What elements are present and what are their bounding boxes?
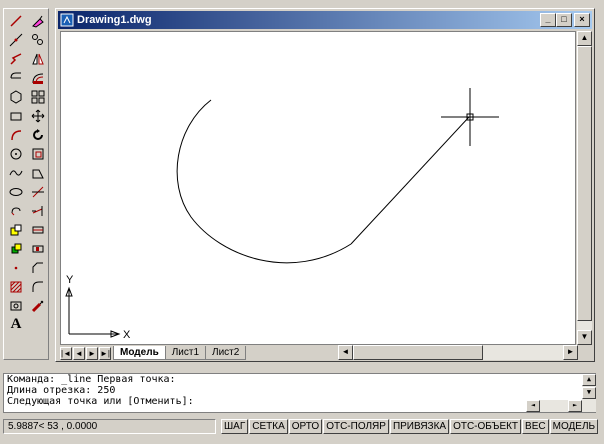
drawing-canvas[interactable]: Y X	[60, 31, 576, 345]
arc-icon[interactable]	[6, 106, 26, 125]
table-icon[interactable]	[6, 296, 26, 315]
draw-modify-toolbar: A	[3, 8, 49, 360]
extend-icon[interactable]	[28, 201, 48, 220]
command-horizontal-scrollbar[interactable]: ◄ ►	[526, 400, 582, 412]
region-icon[interactable]	[6, 277, 26, 296]
polar-tracking-toggle[interactable]: ОТС-ПОЛЯР	[323, 419, 389, 434]
lineweight-toggle[interactable]: ВЕС	[522, 419, 549, 434]
prev-tab-button[interactable]: ◄	[73, 346, 85, 360]
command-scroll-left-button[interactable]: ◄	[526, 400, 540, 412]
minimize-button[interactable]: _	[540, 13, 556, 27]
ucs-x-label: X	[123, 329, 131, 341]
drawing-window: Drawing1.dwg _ □ × Y X ▲ ▼ |◄ ◄ ► ►| Мод…	[55, 8, 595, 362]
offset-icon[interactable]	[28, 68, 48, 87]
vertical-scrollbar[interactable]: ▲ ▼	[577, 31, 592, 345]
status-bar: 5.9887< 53 , 0.0000 ШАГ СЕТКА ОРТО ОТС-П…	[0, 417, 604, 436]
spline-icon[interactable]	[6, 144, 26, 163]
construction-line-icon[interactable]	[6, 30, 26, 49]
command-prompt[interactable]: Следующая точка или [Отменить]:	[7, 396, 595, 407]
command-scroll-right-button[interactable]: ►	[568, 400, 582, 412]
scroll-right-button[interactable]: ►	[563, 345, 578, 360]
command-vertical-scrollbar[interactable]: ▲ ▼	[582, 374, 596, 412]
drawn-arc	[176, 99, 352, 264]
object-snap-toggle[interactable]: ПРИВЯЗКА	[389, 419, 450, 434]
maximize-button[interactable]: □	[556, 13, 572, 27]
rotate-icon[interactable]	[28, 125, 48, 144]
scroll-up-button[interactable]: ▲	[577, 31, 592, 46]
ellipse-icon[interactable]	[6, 163, 26, 182]
hatch-icon[interactable]	[6, 258, 26, 277]
ellipse-arc-icon[interactable]	[6, 182, 26, 201]
model-space-toggle[interactable]: МОДЕЛЬ	[549, 419, 599, 434]
horizontal-scrollbar[interactable]: ◄ ►	[338, 345, 578, 360]
window-title: Drawing1.dwg	[77, 14, 152, 26]
erase-icon[interactable]	[28, 11, 48, 30]
horizontal-scroll-thumb[interactable]	[353, 345, 483, 360]
point-icon[interactable]	[6, 239, 26, 258]
break-at-point-icon[interactable]	[28, 220, 48, 239]
first-tab-button[interactable]: |◄	[60, 346, 72, 360]
ucs-y-label: Y	[66, 274, 74, 286]
ucs-icon: Y X	[65, 274, 131, 341]
break-icon[interactable]	[28, 239, 48, 258]
line-icon[interactable]	[6, 11, 26, 30]
insert-block-icon[interactable]	[6, 201, 26, 220]
fillet-icon[interactable]	[28, 277, 48, 296]
chamfer-icon[interactable]	[28, 258, 48, 277]
make-block-icon[interactable]	[6, 220, 26, 239]
trim-icon[interactable]	[28, 182, 48, 201]
polygon-icon[interactable]	[6, 68, 26, 87]
modify-toolbar	[28, 11, 48, 315]
tab-sheet1[interactable]: Лист1	[164, 346, 207, 360]
draw-toolbar: A	[6, 11, 26, 334]
mirror-icon[interactable]	[28, 49, 48, 68]
grid-toggle[interactable]: СЕТКА	[249, 419, 288, 434]
scale-icon[interactable]	[28, 144, 48, 163]
circle-icon[interactable]	[6, 125, 26, 144]
array-icon[interactable]	[28, 87, 48, 106]
multiline-text-icon[interactable]: A	[6, 315, 26, 334]
vertical-scroll-thumb[interactable]	[577, 46, 592, 321]
rectangle-icon[interactable]	[6, 87, 26, 106]
polyline-icon[interactable]	[6, 49, 26, 68]
explode-icon[interactable]	[28, 296, 48, 315]
window-titlebar[interactable]: Drawing1.dwg _ □ ×	[58, 11, 592, 29]
command-history-line: Команда: _line Первая точка:	[7, 374, 176, 385]
next-tab-button[interactable]: ►	[86, 346, 98, 360]
coordinate-readout[interactable]: 5.9887< 53 , 0.0000	[3, 419, 216, 434]
scroll-down-button[interactable]: ▼	[577, 330, 592, 345]
layout-tabs-bar: |◄ ◄ ► ►| Модель Лист1 Лист2 ◄ ►	[60, 345, 592, 361]
snap-toggle[interactable]: ШАГ	[221, 419, 249, 434]
ortho-toggle[interactable]: ОРТО	[288, 419, 323, 434]
move-icon[interactable]	[28, 106, 48, 125]
command-scroll-down-button[interactable]: ▼	[582, 387, 596, 399]
autocad-drawing-icon	[60, 13, 74, 27]
command-scroll-up-button[interactable]: ▲	[582, 374, 596, 386]
close-button[interactable]: ×	[574, 13, 590, 27]
drawn-line	[350, 116, 470, 245]
object-tracking-toggle[interactable]: ОТС-ОБЪЕКТ	[450, 419, 522, 434]
tab-model[interactable]: Модель	[113, 346, 166, 360]
scroll-left-button[interactable]: ◄	[338, 345, 353, 360]
drawing-geometry: Y X	[65, 88, 499, 341]
command-history-line: Длина отрезка: 250	[7, 385, 116, 396]
last-tab-button[interactable]: ►|	[99, 346, 111, 360]
command-line-window[interactable]: Команда: _line Первая точка: Длина отрез…	[3, 373, 596, 413]
tab-sheet2[interactable]: Лист2	[205, 346, 247, 360]
stretch-icon[interactable]	[28, 163, 48, 182]
copy-icon[interactable]	[28, 30, 48, 49]
